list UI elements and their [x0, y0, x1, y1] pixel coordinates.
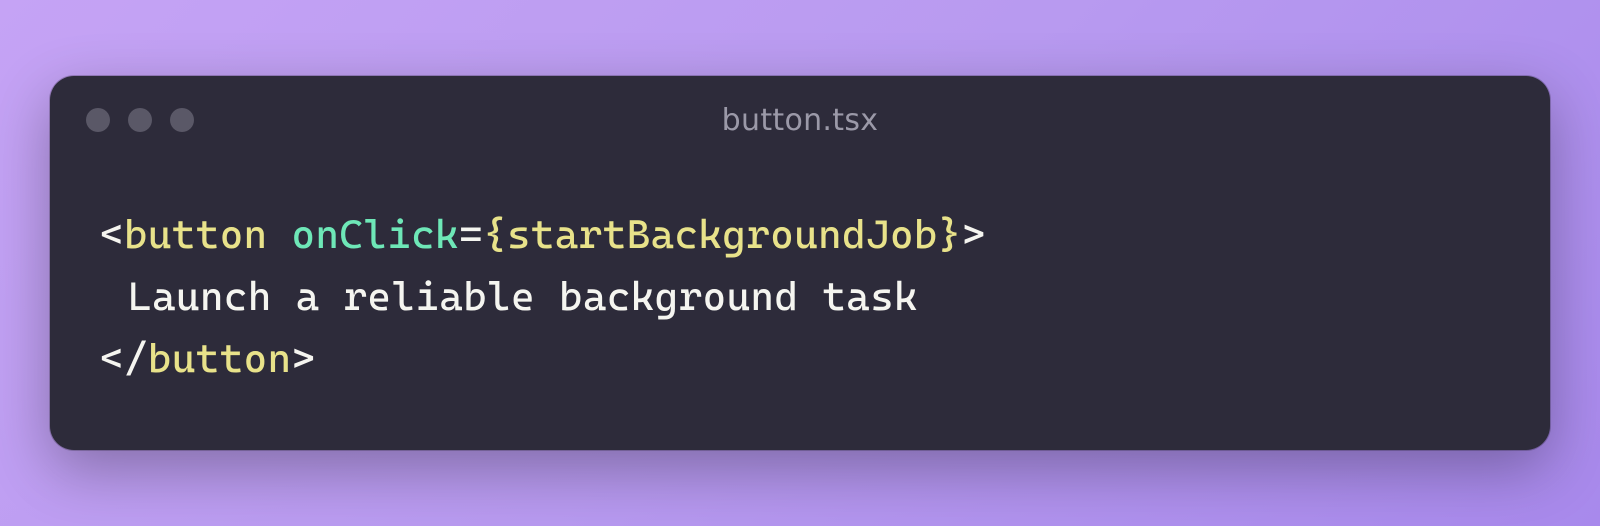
- tag-name-close: button: [148, 336, 292, 382]
- brace-close: }: [938, 212, 962, 258]
- brace-open: {: [483, 212, 507, 258]
- close-icon[interactable]: [86, 108, 110, 132]
- button-text: Launch a reliable background task: [128, 274, 918, 320]
- angle-close: >: [962, 212, 986, 258]
- window-filename: button.tsx: [722, 103, 879, 138]
- angle-open-slash: </: [100, 336, 148, 382]
- attr-name: onClick: [292, 212, 460, 258]
- code-line-3: </button>: [100, 328, 1500, 390]
- tag-name: button: [124, 212, 268, 258]
- space: [268, 212, 292, 258]
- code-line-2: Launch a reliable background task: [100, 266, 1500, 328]
- window-titlebar: button.tsx: [50, 76, 1550, 164]
- code-line-1: <button onClick={startBackgroundJob}>: [100, 204, 1500, 266]
- minimize-icon[interactable]: [128, 108, 152, 132]
- code-editor: <button onClick={startBackgroundJob}> La…: [50, 164, 1550, 450]
- window-controls: [86, 108, 194, 132]
- code-window: button.tsx <button onClick={startBackgro…: [50, 76, 1550, 450]
- maximize-icon[interactable]: [170, 108, 194, 132]
- expression: startBackgroundJob: [507, 212, 938, 258]
- equals: =: [459, 212, 483, 258]
- angle-close-end: >: [292, 336, 316, 382]
- angle-open: <: [100, 212, 124, 258]
